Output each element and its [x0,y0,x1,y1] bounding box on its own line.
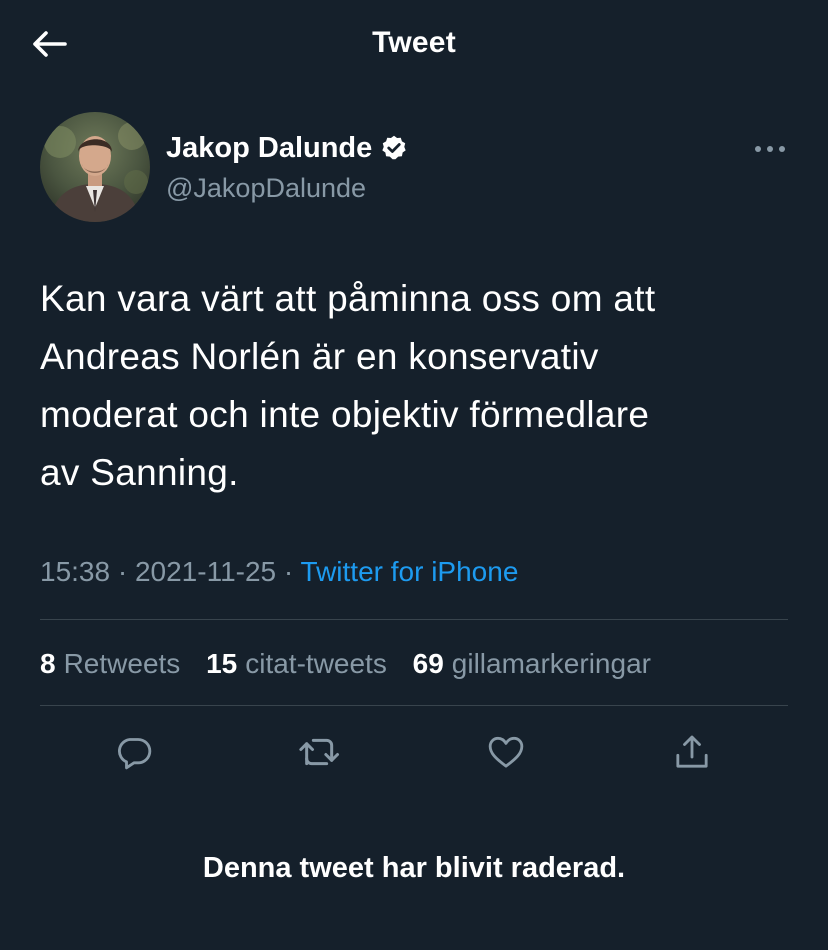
author-handle[interactable]: @JakopDalunde [166,170,366,206]
page-title: Tweet [372,26,456,59]
likes-label: gillamarkeringar [451,648,651,679]
deleted-notice: Denna tweet har blivit raderad. [202,852,626,884]
divider [40,619,788,620]
retweets-label: Retweets [63,648,181,679]
avatar[interactable] [40,112,150,222]
profile-photo [40,112,150,222]
tweet-time: 15:38 [40,556,111,587]
tweet-stats: 8 Retweets 15 citat-tweets 69 gillamarkerin… [40,644,669,684]
more-horizontal-icon [755,146,785,152]
like-button[interactable] [480,726,532,778]
retweet-button[interactable] [294,726,346,778]
author-name-text: Jakop Dalunde [166,132,373,164]
share-icon [676,735,708,768]
author-name[interactable]: Jakop Dalunde [166,130,408,166]
retweets-count: 8 [40,648,56,679]
heart-icon [488,736,524,768]
meta-separator: · [276,556,301,587]
more-options-button[interactable] [748,134,792,164]
retweet-icon [299,738,339,766]
top-bar: Tweet [0,0,828,90]
reply-button[interactable] [108,726,160,778]
quotes-label: citat-tweets [245,648,387,679]
quotes-stat[interactable]: 15 citat-tweets [206,648,387,679]
reply-icon [118,738,152,770]
likes-stat[interactable]: 69 gillamarkeringar [413,648,651,679]
tweet-date: 2021-11-25 [134,556,277,587]
likes-count: 69 [412,648,444,679]
meta-separator: · [110,556,135,587]
tweet-source-link[interactable]: Twitter for iPhone [301,556,519,587]
tweet-actions [0,726,828,778]
share-button[interactable] [666,726,718,778]
retweets-stat[interactable]: 8 Retweets [40,648,180,679]
verified-badge-icon [380,134,408,162]
divider [40,705,788,706]
tweet-text: Kan vara värt att påminna oss om att And… [40,278,656,493]
quotes-count: 15 [206,648,238,679]
tweet-meta: 15:38 · 2021-11-25 · Twitter for iPhone [40,552,518,592]
